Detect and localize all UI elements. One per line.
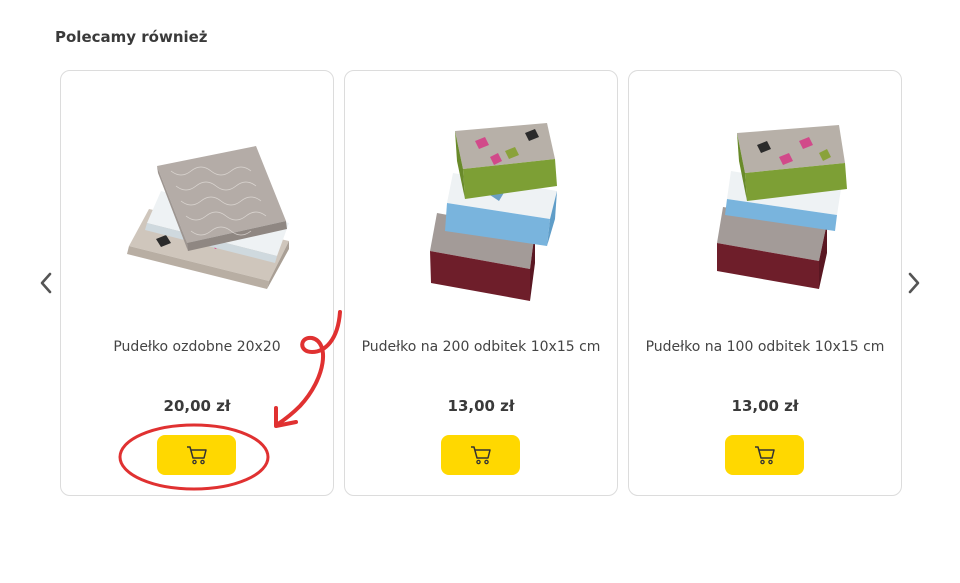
product-price: 13,00 zł: [731, 397, 799, 415]
product-card[interactable]: Pudełko na 100 odbitek 10x15 cm 13,00 zł: [628, 70, 902, 496]
add-to-cart-button[interactable]: [157, 435, 236, 475]
product-image[interactable]: [375, 111, 589, 311]
section-title: Polecamy również: [55, 28, 208, 46]
add-to-cart-button[interactable]: [441, 435, 520, 475]
product-image[interactable]: [91, 111, 305, 311]
product-name[interactable]: Pudełko na 100 odbitek 10x15 cm: [629, 339, 901, 355]
product-name[interactable]: Pudełko na 200 odbitek 10x15 cm: [345, 339, 617, 355]
cart-icon: [186, 446, 207, 465]
chevron-right-icon: [908, 272, 920, 294]
product-card[interactable]: Pudełko na 200 odbitek 10x15 cm 13,00 zł: [344, 70, 618, 496]
chevron-left-icon: [40, 272, 52, 294]
product-card[interactable]: Pudełko ozdobne 20x20 20,00 zł: [60, 70, 334, 496]
product-price: 13,00 zł: [447, 397, 515, 415]
carousel-prev-button[interactable]: [34, 270, 58, 296]
add-to-cart-button[interactable]: [725, 435, 804, 475]
product-name[interactable]: Pudełko ozdobne 20x20: [61, 339, 333, 355]
carousel-next-button[interactable]: [902, 270, 926, 296]
cart-icon: [754, 446, 775, 465]
product-image[interactable]: [659, 111, 873, 311]
cart-icon: [470, 446, 491, 465]
product-price: 20,00 zł: [163, 397, 231, 415]
